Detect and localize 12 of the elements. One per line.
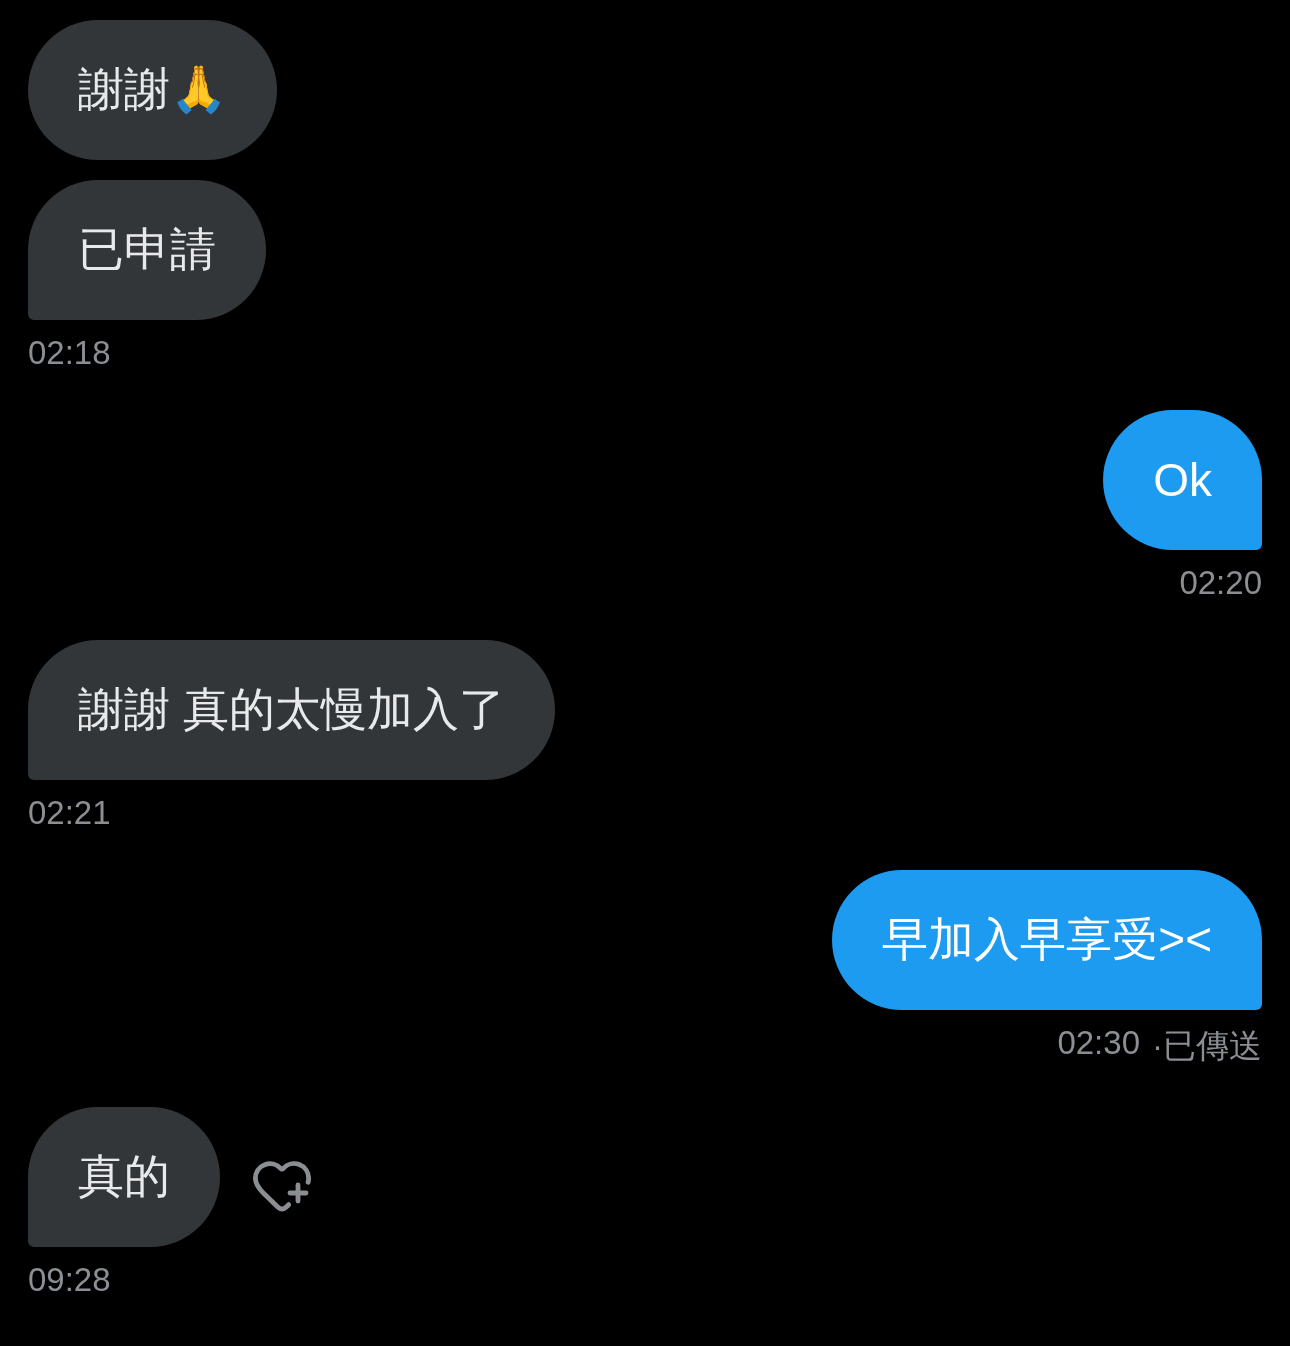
message-bubble: 謝謝🙏 <box>28 20 277 160</box>
message-bubble: 真的 <box>28 1107 220 1247</box>
message-bubble: 已申請 <box>28 180 266 320</box>
message-bubble: Ok <box>1103 410 1262 550</box>
message-time: 02:18 <box>28 334 111 372</box>
message-time: 02:21 <box>28 794 111 832</box>
message-time: 02:20 <box>1179 564 1262 602</box>
message-time: 02:30 <box>1057 1024 1140 1063</box>
message-time: 09:28 <box>28 1261 111 1299</box>
message-bubble: 謝謝 真的太慢加入了 <box>28 640 555 780</box>
delivery-status: ·已傳送 <box>1152 1026 1262 1066</box>
message-bubble: 早加入早享受>< <box>832 870 1262 1010</box>
